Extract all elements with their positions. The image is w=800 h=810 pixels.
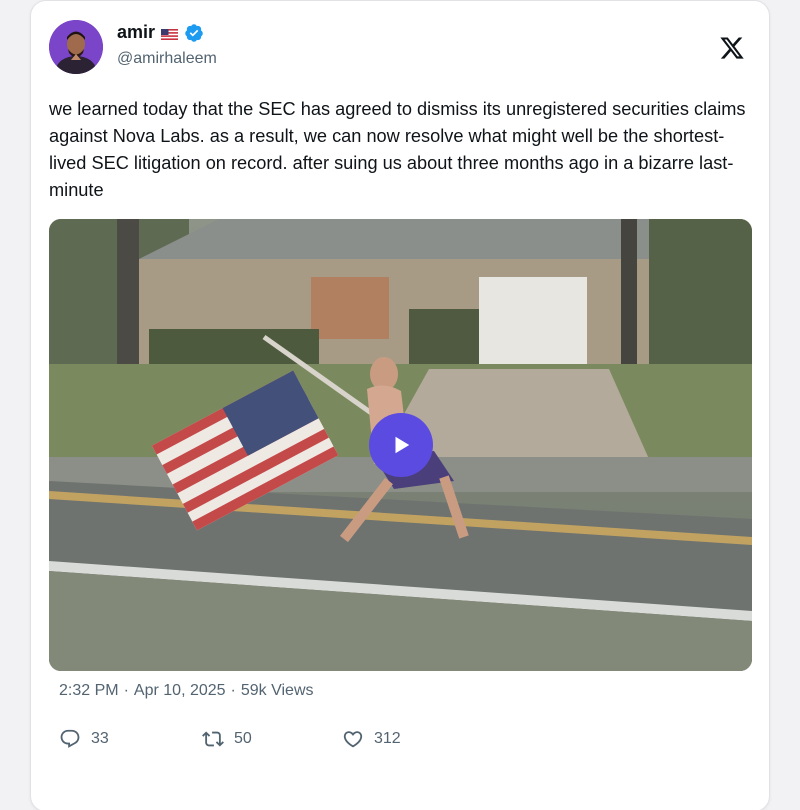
- repost-icon: [202, 731, 224, 747]
- reply-button[interactable]: 33: [59, 728, 202, 750]
- tweet-date[interactable]: Apr 10, 2025: [134, 682, 226, 700]
- play-icon: [395, 436, 410, 454]
- reply-count: 33: [91, 730, 109, 747]
- tweet-text: we learned today that the SEC has agreed…: [49, 99, 746, 200]
- play-button[interactable]: [369, 413, 433, 477]
- like-button[interactable]: 312: [342, 728, 401, 750]
- tweet-time[interactable]: 2:32 PM: [59, 682, 119, 700]
- like-count: 312: [374, 730, 401, 747]
- repost-count: 50: [234, 730, 252, 747]
- heart-icon: [343, 731, 363, 748]
- video-player[interactable]: [49, 219, 752, 671]
- us-flag-icon: [161, 27, 179, 40]
- author-name-row: amir: [117, 22, 204, 43]
- tweet-embed-card: amir @amirhaleem we learned today that t…: [30, 0, 770, 810]
- author-handle[interactable]: @amirhaleem: [117, 50, 217, 68]
- author-name[interactable]: amir: [117, 22, 155, 43]
- repost-button[interactable]: 50: [202, 728, 342, 750]
- action-bar: 33 50 312: [59, 728, 401, 750]
- meta-separator: ·: [123, 682, 129, 699]
- view-count: 59k Views: [240, 682, 314, 699]
- tweet-metadata: 2:32 PM · Apr 10, 2025 · 59k Views: [59, 682, 314, 700]
- x-logo-icon[interactable]: [719, 35, 745, 61]
- avatar[interactable]: [49, 20, 103, 74]
- reply-icon: [60, 729, 80, 748]
- meta-separator: ·: [230, 682, 236, 699]
- verified-badge-icon: [184, 23, 204, 43]
